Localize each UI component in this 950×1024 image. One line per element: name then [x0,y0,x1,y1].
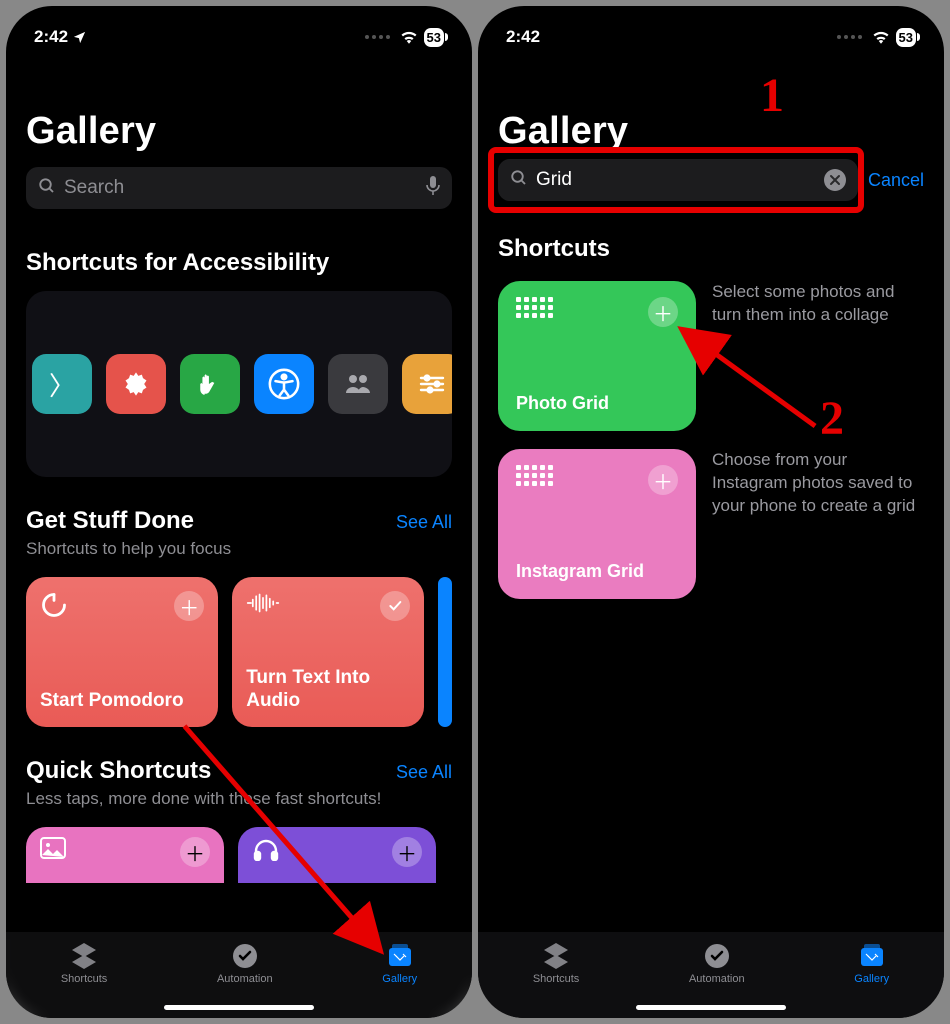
timer-icon [40,591,68,625]
acc-tile[interactable]: 〉 [32,354,92,414]
card-label: Start Pomodoro [40,690,204,713]
result-label: Photo Grid [516,393,678,415]
section-done-sub: Shortcuts to help you focus [26,539,231,559]
battery-icon: 53 [896,28,916,47]
cancel-button[interactable]: Cancel [868,170,924,191]
image-icon [40,837,66,873]
acc-tile-people[interactable] [328,354,388,414]
tab-automation[interactable]: Automation [689,942,745,985]
card-turn-text-audio[interactable]: Turn Text Into Audio [232,577,424,727]
location-icon [72,30,87,45]
automation-icon [704,942,730,970]
mic-icon[interactable] [426,176,440,201]
section-accessibility-title: Shortcuts for Accessibility [26,249,329,277]
add-icon[interactable]: ＋ [648,297,678,327]
phone-left: 2:42 53 Gallery Search [6,6,472,1018]
card-label: Turn Text Into Audio [246,667,410,713]
acc-tile-sliders[interactable] [402,354,452,414]
phone-right: 2:42 53 Gallery Grid Cancel S [478,6,944,1018]
result-label: Instagram Grid [516,561,678,583]
add-icon[interactable]: ＋ [392,837,422,867]
cellular-dots-icon [365,35,390,39]
tab-bar: Shortcuts Automation Gallery [6,932,472,1018]
tab-shortcuts[interactable]: Shortcuts [533,942,579,985]
headphones-icon [252,837,280,873]
page-title: Gallery [498,110,924,153]
card-start-pomodoro[interactable]: ＋ Start Pomodoro [26,577,218,727]
grid-icon [516,297,553,318]
search-placeholder: Search [64,177,426,199]
section-quick-sub: Less taps, more done with these fast sho… [26,789,381,809]
clear-icon[interactable] [824,169,846,191]
result-desc: Choose from your Instagram photos saved … [712,449,924,518]
status-time: 2:42 [34,27,68,47]
shortcuts-icon [70,942,98,970]
wifi-icon [400,30,418,44]
tab-automation[interactable]: Automation [217,942,273,985]
battery-icon: 53 [424,28,444,47]
status-bar: 2:42 53 [478,6,944,58]
wifi-icon [872,30,890,44]
grid-icon [516,465,553,486]
result-instagram-grid[interactable]: ＋ Instagram Grid [498,449,696,599]
quick-card[interactable]: ＋ [26,827,224,883]
tab-gallery[interactable]: Gallery [382,942,417,985]
accessibility-card[interactable]: 〉 [26,291,452,477]
add-icon[interactable]: ＋ [174,591,204,621]
search-input[interactable]: Grid [498,159,858,201]
tab-bar: Shortcuts Automation Gallery [478,932,944,1018]
acc-tile-medical[interactable] [106,354,166,414]
results-title: Shortcuts [498,235,924,263]
quick-card[interactable]: ＋ [238,827,436,883]
cellular-dots-icon [837,35,862,39]
status-bar: 2:42 53 [6,6,472,58]
see-all-link[interactable]: See All [396,512,452,533]
search-value: Grid [536,169,824,191]
shortcuts-icon [542,942,570,970]
result-desc: Select some photos and turn them into a … [712,281,924,327]
search-icon [510,169,528,192]
search-icon [38,177,56,200]
home-indicator[interactable] [636,1005,786,1010]
acc-tile-hand[interactable] [180,354,240,414]
automation-icon [232,942,258,970]
home-indicator[interactable] [164,1005,314,1010]
status-time: 2:42 [506,27,540,47]
acc-tile-accessibility[interactable] [254,354,314,414]
card-peek[interactable] [438,577,452,727]
add-icon[interactable]: ＋ [180,837,210,867]
gallery-icon [858,942,886,970]
see-all-link[interactable]: See All [396,762,452,783]
gallery-icon [386,942,414,970]
tab-shortcuts[interactable]: Shortcuts [61,942,107,985]
page-title: Gallery [26,110,452,153]
search-input[interactable]: Search [26,167,452,209]
check-icon [380,591,410,621]
add-icon[interactable]: ＋ [648,465,678,495]
waveform-icon [246,591,280,621]
section-quick-title: Quick Shortcuts [26,757,381,785]
result-photo-grid[interactable]: ＋ Photo Grid [498,281,696,431]
tab-gallery[interactable]: Gallery [854,942,889,985]
section-done-title: Get Stuff Done [26,507,231,535]
